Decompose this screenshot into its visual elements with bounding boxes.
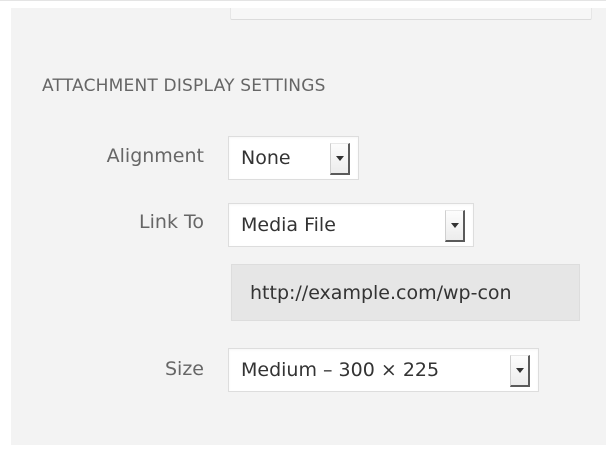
chevron-down-icon[interactable] bbox=[510, 355, 530, 387]
previous-field-edge bbox=[230, 8, 592, 20]
link-url-text: http://example.com/wp-con bbox=[250, 282, 512, 304]
alignment-select-value: None bbox=[241, 147, 291, 169]
link-to-select[interactable]: Media File bbox=[228, 203, 474, 247]
section-title: ATTACHMENT DISPLAY SETTINGS bbox=[42, 76, 326, 96]
size-select-value: Medium – 300 × 225 bbox=[241, 359, 440, 381]
alignment-select[interactable]: None bbox=[228, 136, 359, 180]
link-url-field[interactable]: http://example.com/wp-con bbox=[231, 264, 580, 321]
dropdown-triangle bbox=[336, 156, 344, 161]
top-divider bbox=[0, 0, 606, 1]
chevron-down-icon[interactable] bbox=[445, 210, 465, 242]
link-to-select-value: Media File bbox=[241, 214, 336, 236]
chevron-down-icon[interactable] bbox=[330, 143, 350, 175]
alignment-label: Alignment bbox=[106, 145, 204, 167]
link-to-label: Link To bbox=[139, 211, 204, 233]
dropdown-triangle bbox=[516, 368, 524, 373]
size-select[interactable]: Medium – 300 × 225 bbox=[228, 348, 539, 392]
size-label: Size bbox=[164, 358, 204, 380]
dropdown-triangle bbox=[451, 223, 459, 228]
